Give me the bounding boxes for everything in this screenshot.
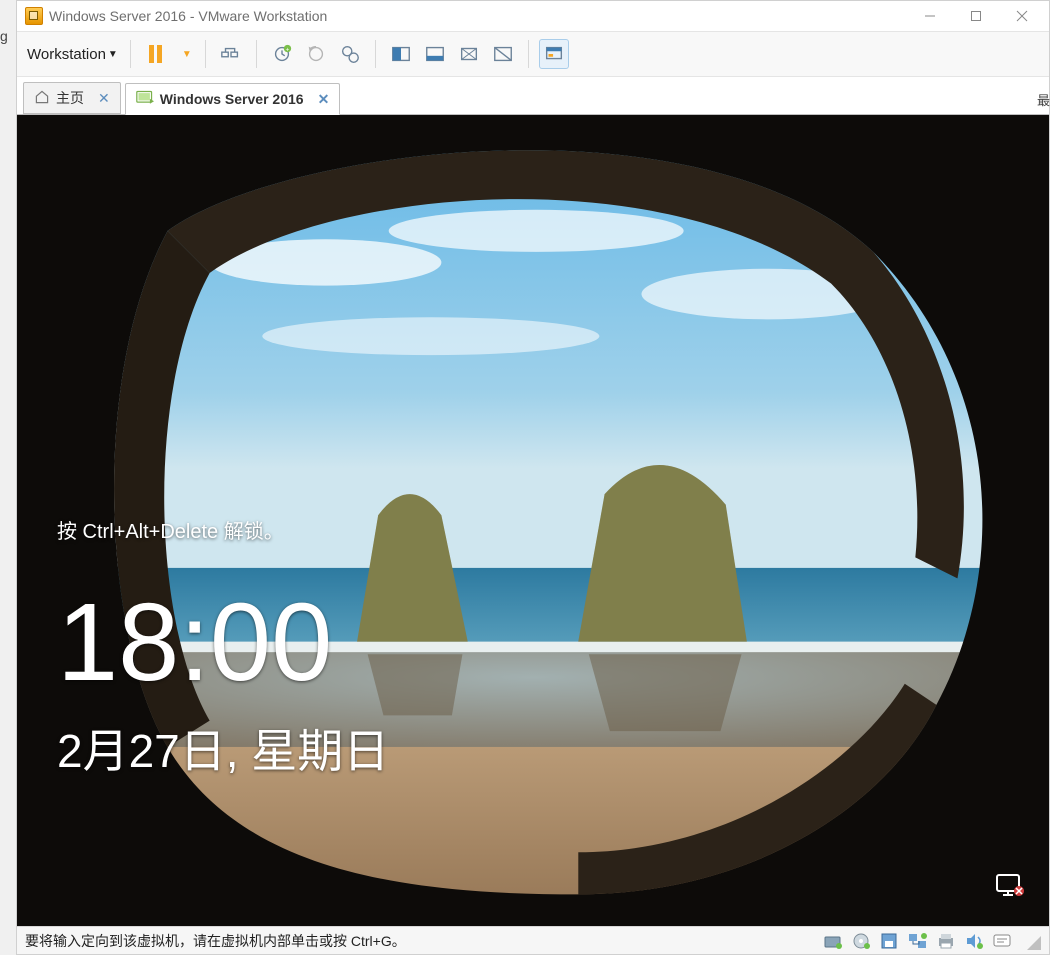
snapshot-manager-icon: [339, 43, 361, 65]
toolbar-separator: [528, 40, 529, 68]
lockscreen-time: 18:00: [57, 585, 332, 701]
toolbar: Workstation ▼ ▼ +: [17, 31, 1049, 77]
chevron-down-icon: ▼: [182, 49, 192, 60]
home-icon: [34, 89, 50, 108]
window-title: Windows Server 2016 - VMware Workstation: [49, 8, 327, 24]
close-tab-icon[interactable]: ✕: [98, 90, 110, 107]
device-tray: [823, 931, 1013, 951]
sound-card-icon[interactable]: [963, 931, 985, 951]
unlock-hint: 按 Ctrl+Alt+Delete 解锁。: [57, 515, 284, 544]
show-console-icon: [543, 43, 565, 65]
workstation-menu-label: Workstation: [27, 46, 106, 63]
lockscreen-date: 2月27日, 星期日: [57, 715, 389, 781]
show-console-button[interactable]: [539, 39, 569, 69]
cdrom-icon[interactable]: [851, 931, 873, 951]
toolbar-separator: [256, 40, 257, 68]
pause-icon: [149, 45, 162, 63]
floppy-icon[interactable]: [879, 931, 901, 951]
close-tab-icon[interactable]: ✕: [318, 91, 330, 108]
message-log-icon[interactable]: [991, 931, 1013, 951]
right-gutter-text: 最: [1037, 90, 1050, 109]
snapshot-revert-button[interactable]: [301, 39, 331, 69]
send-cad-button[interactable]: [216, 39, 246, 69]
vmware-app-icon: [25, 7, 43, 25]
vm-tab[interactable]: Windows Server 2016 ✕: [125, 83, 341, 115]
network-adapter-icon[interactable]: [907, 931, 929, 951]
lockscreen-overlay: 按 Ctrl+Alt+Delete 解锁。 18:00 2月27日, 星期日: [57, 115, 1049, 926]
pause-vm-button[interactable]: [141, 39, 171, 69]
chevron-down-icon: ▼: [108, 49, 118, 60]
tabstrip: 主页 ✕ Windows Server 2016 ✕: [17, 77, 1049, 115]
multi-monitor-button[interactable]: [488, 39, 518, 69]
titlebar[interactable]: Windows Server 2016 - VMware Workstation: [17, 1, 1049, 31]
resize-grip-icon[interactable]: [1023, 932, 1041, 950]
snapshot-manager-button[interactable]: [335, 39, 365, 69]
toolbar-separator: [130, 40, 131, 68]
power-menu-button[interactable]: ▼: [175, 39, 195, 69]
statusbar-hint: 要将输入定向到该虚拟机，请在虚拟机内部单击或按 Ctrl+G。: [25, 931, 406, 951]
send-cad-icon: [220, 43, 242, 65]
minimize-button[interactable]: [907, 2, 953, 30]
unity-button[interactable]: [454, 39, 484, 69]
unity-icon: [458, 43, 480, 65]
toolbar-separator: [375, 40, 376, 68]
guest-display[interactable]: 按 Ctrl+Alt+Delete 解锁。 18:00 2月27日, 星期日: [17, 115, 1049, 926]
left-gutter-text: g: [0, 0, 16, 955]
hard-disk-icon[interactable]: [823, 931, 845, 951]
statusbar: 要将输入定向到该虚拟机，请在虚拟机内部单击或按 Ctrl+G。: [17, 926, 1049, 954]
workstation-menu[interactable]: Workstation ▼: [25, 42, 120, 67]
vm-icon: [136, 90, 154, 109]
home-tab-label: 主页: [56, 88, 84, 108]
toolbar-separator: [205, 40, 206, 68]
fit-guest-icon: [390, 43, 412, 65]
multi-monitor-icon: [492, 43, 514, 65]
fullscreen-icon: [424, 43, 446, 65]
home-tab[interactable]: 主页 ✕: [23, 82, 121, 114]
fit-guest-button[interactable]: [386, 39, 416, 69]
snapshot-take-button[interactable]: +: [267, 39, 297, 69]
fullscreen-button[interactable]: [420, 39, 450, 69]
vmware-workstation-window: Windows Server 2016 - VMware Workstation…: [16, 0, 1050, 955]
maximize-button[interactable]: [953, 2, 999, 30]
snapshot-take-icon: +: [271, 43, 293, 65]
close-button[interactable]: [999, 2, 1045, 30]
printer-icon[interactable]: [935, 931, 957, 951]
network-status-icon[interactable]: [995, 873, 1025, 902]
snapshot-revert-icon: [305, 43, 327, 65]
vm-tab-label: Windows Server 2016: [160, 91, 304, 107]
svg-text:+: +: [285, 46, 289, 53]
